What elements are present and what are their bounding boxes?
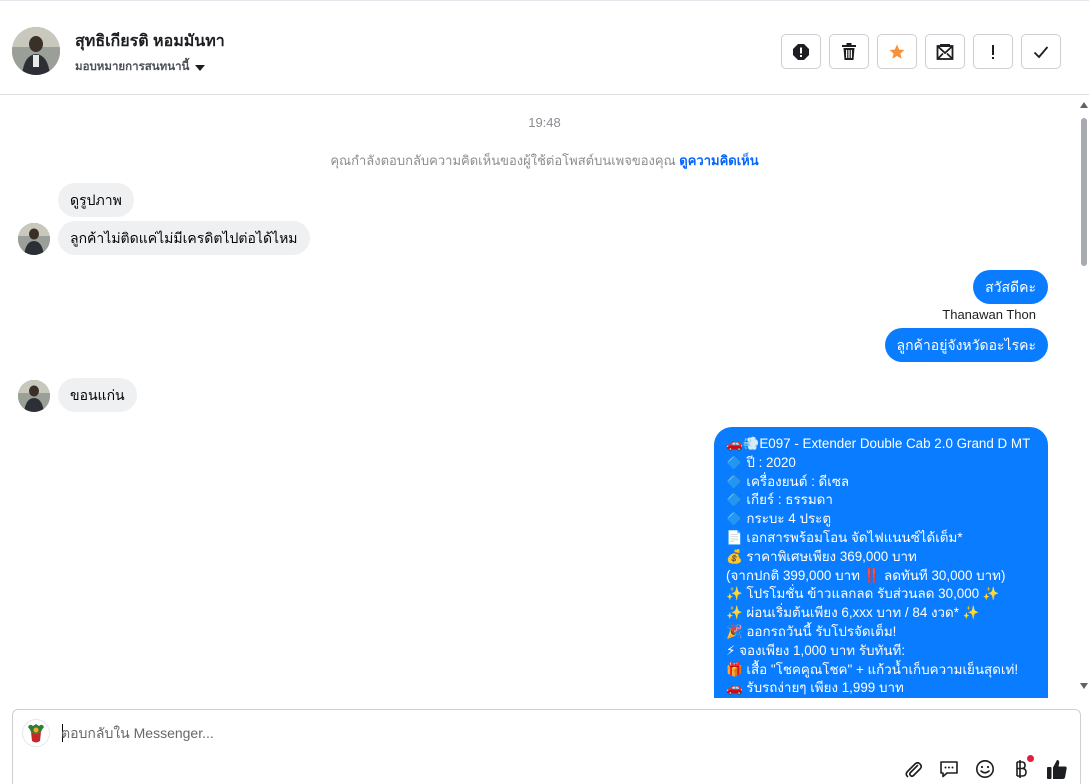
report-icon <box>793 43 809 60</box>
conversation-toolbar <box>781 34 1061 69</box>
delete-button[interactable] <box>829 34 869 69</box>
caret-down-icon <box>195 64 206 71</box>
message-line: 📄 เอกสารพร้อมโอน จัดไฟแนนซ์ได้เต็ม* <box>726 529 963 545</box>
message-bubble-in[interactable]: ขอนแก่น <box>58 378 137 412</box>
message-line: ⚡ จองเพียง 1,000 บาท รับทันที: <box>726 642 906 658</box>
reply-composer <box>12 709 1081 784</box>
report-button[interactable] <box>781 34 821 69</box>
like-icon <box>1047 760 1067 779</box>
saved-replies-icon <box>940 761 958 778</box>
sender-name: Thanawan Thon <box>942 307 1036 322</box>
composer-actions <box>902 755 1068 780</box>
mark-unread-icon <box>936 43 954 60</box>
mark-important-button[interactable] <box>973 34 1013 69</box>
scroll-down-arrow-icon[interactable] <box>1080 683 1088 689</box>
message-line: 🔷 กระบะ 4 ประตู <box>726 511 832 527</box>
message-line: 🔷 ปี : 2020 <box>726 454 796 470</box>
trash-icon <box>842 42 856 60</box>
view-comment-link[interactable]: ดูความคิดเห็น <box>679 153 758 168</box>
system-note-text: คุณกำลังตอบกลับความคิดเห็นของผู้ใช้ต่อโพ… <box>330 153 676 168</box>
scroll-thumb[interactable] <box>1081 118 1087 266</box>
scroll-up-arrow-icon[interactable] <box>1080 102 1088 108</box>
assign-conversation-dropdown[interactable]: มอบหมายการสนทนานี้ <box>75 58 206 76</box>
mark-unread-button[interactable] <box>925 34 965 69</box>
mark-done-button[interactable] <box>1021 34 1061 69</box>
message-thread: 19:48 คุณกำลังตอบกลับความคิดเห็นของผู้ใช… <box>0 96 1078 698</box>
message-line: 🔷 เกียร์ : ธรรมดา <box>726 492 833 508</box>
message-line: ✨ โปรโมชั่น ข้าวแลกลด รับส่วนลด 30,000 ✨ <box>726 586 1000 602</box>
check-icon <box>1033 45 1049 58</box>
timestamp: 19:48 <box>528 115 561 130</box>
inbox-conversation-view: สุทธิเกียรติ หอมมันทา มอบหมายการสนทนานี้ <box>0 0 1089 784</box>
contact-name[interactable]: สุทธิเกียรติ หอมมันทา <box>75 29 225 54</box>
long-message-bubble[interactable]: 🚗💨E097 - Extender Double Cab 2.0 Grand D… <box>714 427 1048 698</box>
saved-replies-button[interactable] <box>938 758 960 780</box>
emoji-button[interactable] <box>974 758 996 780</box>
message-line: 🚗 รับรถง่ายๆ เพียง 1,999 บาท <box>726 680 904 696</box>
message-bubble-out[interactable]: ลูกค้าอยู่จังหวัดอะไรคะ <box>884 328 1048 362</box>
system-note: คุณกำลังตอบกลับความคิดเห็นของผู้ใช้ต่อโพ… <box>0 150 1078 171</box>
payment-icon <box>1016 760 1027 778</box>
message-line: 🎉 ออกรถวันนี้ รับโปรจัดเต็ม! <box>726 623 897 639</box>
payment-button[interactable] <box>1010 755 1034 780</box>
important-icon <box>992 44 994 59</box>
message-line: 🚗💨E097 - Extender Double Cab 2.0 Grand D… <box>726 436 1031 451</box>
message-line: (จากปกติ 399,000 บาท ‼️ ลดทันที 30,000 บ… <box>726 567 1006 583</box>
follow-up-star-button[interactable] <box>877 34 917 69</box>
attach-button[interactable] <box>902 758 924 780</box>
contact-avatar-small <box>18 380 50 412</box>
message-bubble-in[interactable]: ลูกค้าไม่ติดแค่ไม่มีเครดิตไปต่อได้ไหม <box>58 221 310 255</box>
message-bubble-out[interactable]: สวัสดีคะ <box>973 270 1048 304</box>
message-bubble-in[interactable]: ดูรูปภาพ <box>58 183 134 217</box>
like-button[interactable] <box>1046 758 1068 780</box>
reply-input[interactable] <box>61 722 861 744</box>
notification-dot <box>1027 755 1034 762</box>
conversation-header: สุทธิเกียรติ หอมมันทา มอบหมายการสนทนานี้ <box>0 0 1089 95</box>
star-icon <box>889 44 905 59</box>
page-avatar <box>22 719 50 747</box>
assign-label: มอบหมายการสนทนานี้ <box>75 61 190 73</box>
emoji-icon <box>976 760 994 778</box>
message-line: 🎁 เสื้อ "โชคคูณโชค" + แก้วน้ำเก็บความเย็… <box>726 661 1019 677</box>
thread-scrollbar[interactable] <box>1078 96 1089 698</box>
message-line: 💰 ราคาพิเศษเพียง 369,000 บาท <box>726 548 917 564</box>
contact-avatar-small <box>18 223 50 255</box>
contact-avatar[interactable] <box>12 27 60 75</box>
message-line: 🔷 เครื่องยนต์ : ดีเซล <box>726 473 850 489</box>
message-line: ✨ ผ่อนเริ่มต้นเพียง 6,xxx บาท / 84 งวด* … <box>726 605 980 621</box>
attach-icon <box>905 761 923 778</box>
